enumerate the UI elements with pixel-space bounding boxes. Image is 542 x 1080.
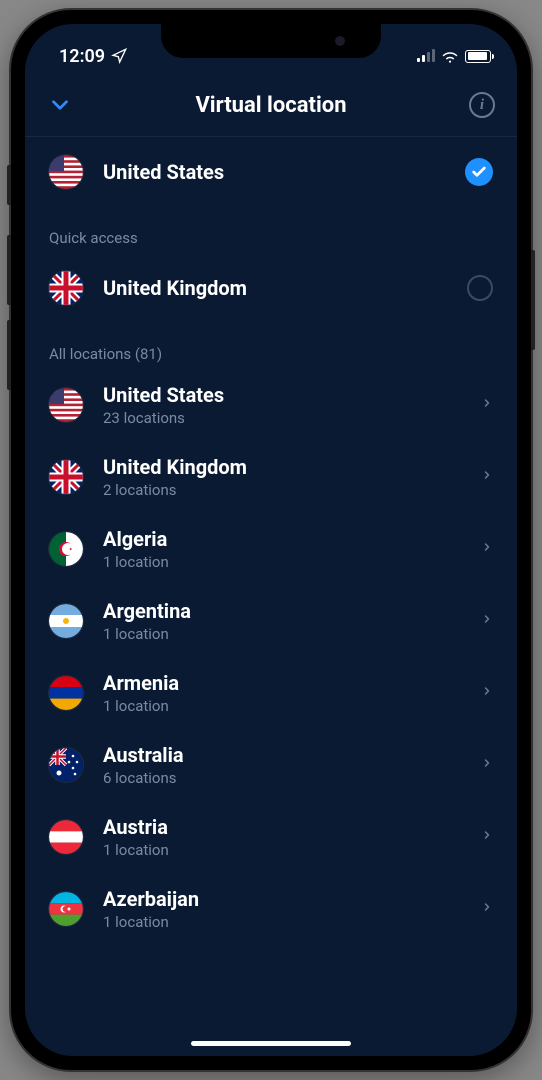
location-name: Algeria xyxy=(103,527,481,551)
chevron-right-icon xyxy=(481,825,493,849)
flag-icon xyxy=(49,388,83,422)
location-sub: 6 locations xyxy=(103,769,481,787)
quick-access-item-name: United Kingdom xyxy=(103,276,467,300)
location-name: Australia xyxy=(103,743,481,767)
selected-location-row[interactable]: United States xyxy=(25,137,517,207)
chevron-right-icon xyxy=(481,465,493,489)
status-time: 12:09 xyxy=(59,46,105,67)
location-sub: 1 location xyxy=(103,841,481,859)
location-row[interactable]: Austria 1 location xyxy=(25,801,517,873)
location-services-icon xyxy=(111,48,127,64)
location-sub: 1 location xyxy=(103,553,481,571)
info-button[interactable]: i xyxy=(469,92,495,118)
flag-icon xyxy=(49,604,83,638)
flag-icon xyxy=(49,155,83,189)
location-sub: 2 locations xyxy=(103,481,481,499)
quick-access-label: Quick access xyxy=(25,207,517,253)
quick-access-item[interactable]: United Kingdom xyxy=(25,253,517,323)
location-row[interactable]: United States 23 locations xyxy=(25,369,517,441)
back-button[interactable] xyxy=(47,92,73,118)
home-indicator[interactable] xyxy=(191,1041,351,1046)
chevron-right-icon xyxy=(481,393,493,417)
location-row[interactable]: Armenia 1 location xyxy=(25,657,517,729)
flag-icon xyxy=(49,460,83,494)
all-locations-label: All locations (81) xyxy=(25,323,517,369)
location-sub: 1 location xyxy=(103,625,481,643)
content-scroll[interactable]: United States Quick access United Kingdo… xyxy=(25,137,517,1056)
flag-icon xyxy=(49,820,83,854)
battery-icon xyxy=(465,50,491,63)
location-sub: 1 location xyxy=(103,913,481,931)
nav-header: Virtual location i xyxy=(25,74,517,137)
chevron-right-icon xyxy=(481,897,493,921)
location-sub: 1 location xyxy=(103,697,481,715)
flag-icon xyxy=(49,271,83,305)
selected-check-icon xyxy=(465,158,493,186)
location-name: United Kingdom xyxy=(103,455,481,479)
location-row[interactable]: United Kingdom 2 locations xyxy=(25,441,517,513)
selected-location-name: United States xyxy=(103,160,465,184)
location-name: Austria xyxy=(103,815,481,839)
phone-frame: 12:09 Virtual location i United States xyxy=(11,10,531,1070)
location-row[interactable]: Azerbaijan 1 location xyxy=(25,873,517,945)
flag-icon xyxy=(49,892,83,926)
wifi-icon xyxy=(441,49,459,63)
unselected-radio-icon xyxy=(467,275,493,301)
chevron-right-icon xyxy=(481,681,493,705)
location-name: Armenia xyxy=(103,671,481,695)
flag-icon xyxy=(49,748,83,782)
location-name: Azerbaijan xyxy=(103,887,481,911)
location-sub: 23 locations xyxy=(103,409,481,427)
location-row[interactable]: Algeria 1 location xyxy=(25,513,517,585)
location-name: United States xyxy=(103,383,481,407)
chevron-right-icon xyxy=(481,609,493,633)
flag-icon xyxy=(49,532,83,566)
screen: 12:09 Virtual location i United States xyxy=(25,24,517,1056)
flag-icon xyxy=(49,676,83,710)
chevron-right-icon xyxy=(481,753,493,777)
chevron-down-icon xyxy=(47,92,73,118)
page-title: Virtual location xyxy=(195,93,346,118)
cellular-signal-icon xyxy=(417,50,435,62)
location-name: Argentina xyxy=(103,599,481,623)
chevron-right-icon xyxy=(481,537,493,561)
location-row[interactable]: Australia 6 locations xyxy=(25,729,517,801)
location-row[interactable]: Argentina 1 location xyxy=(25,585,517,657)
notch xyxy=(161,24,381,58)
